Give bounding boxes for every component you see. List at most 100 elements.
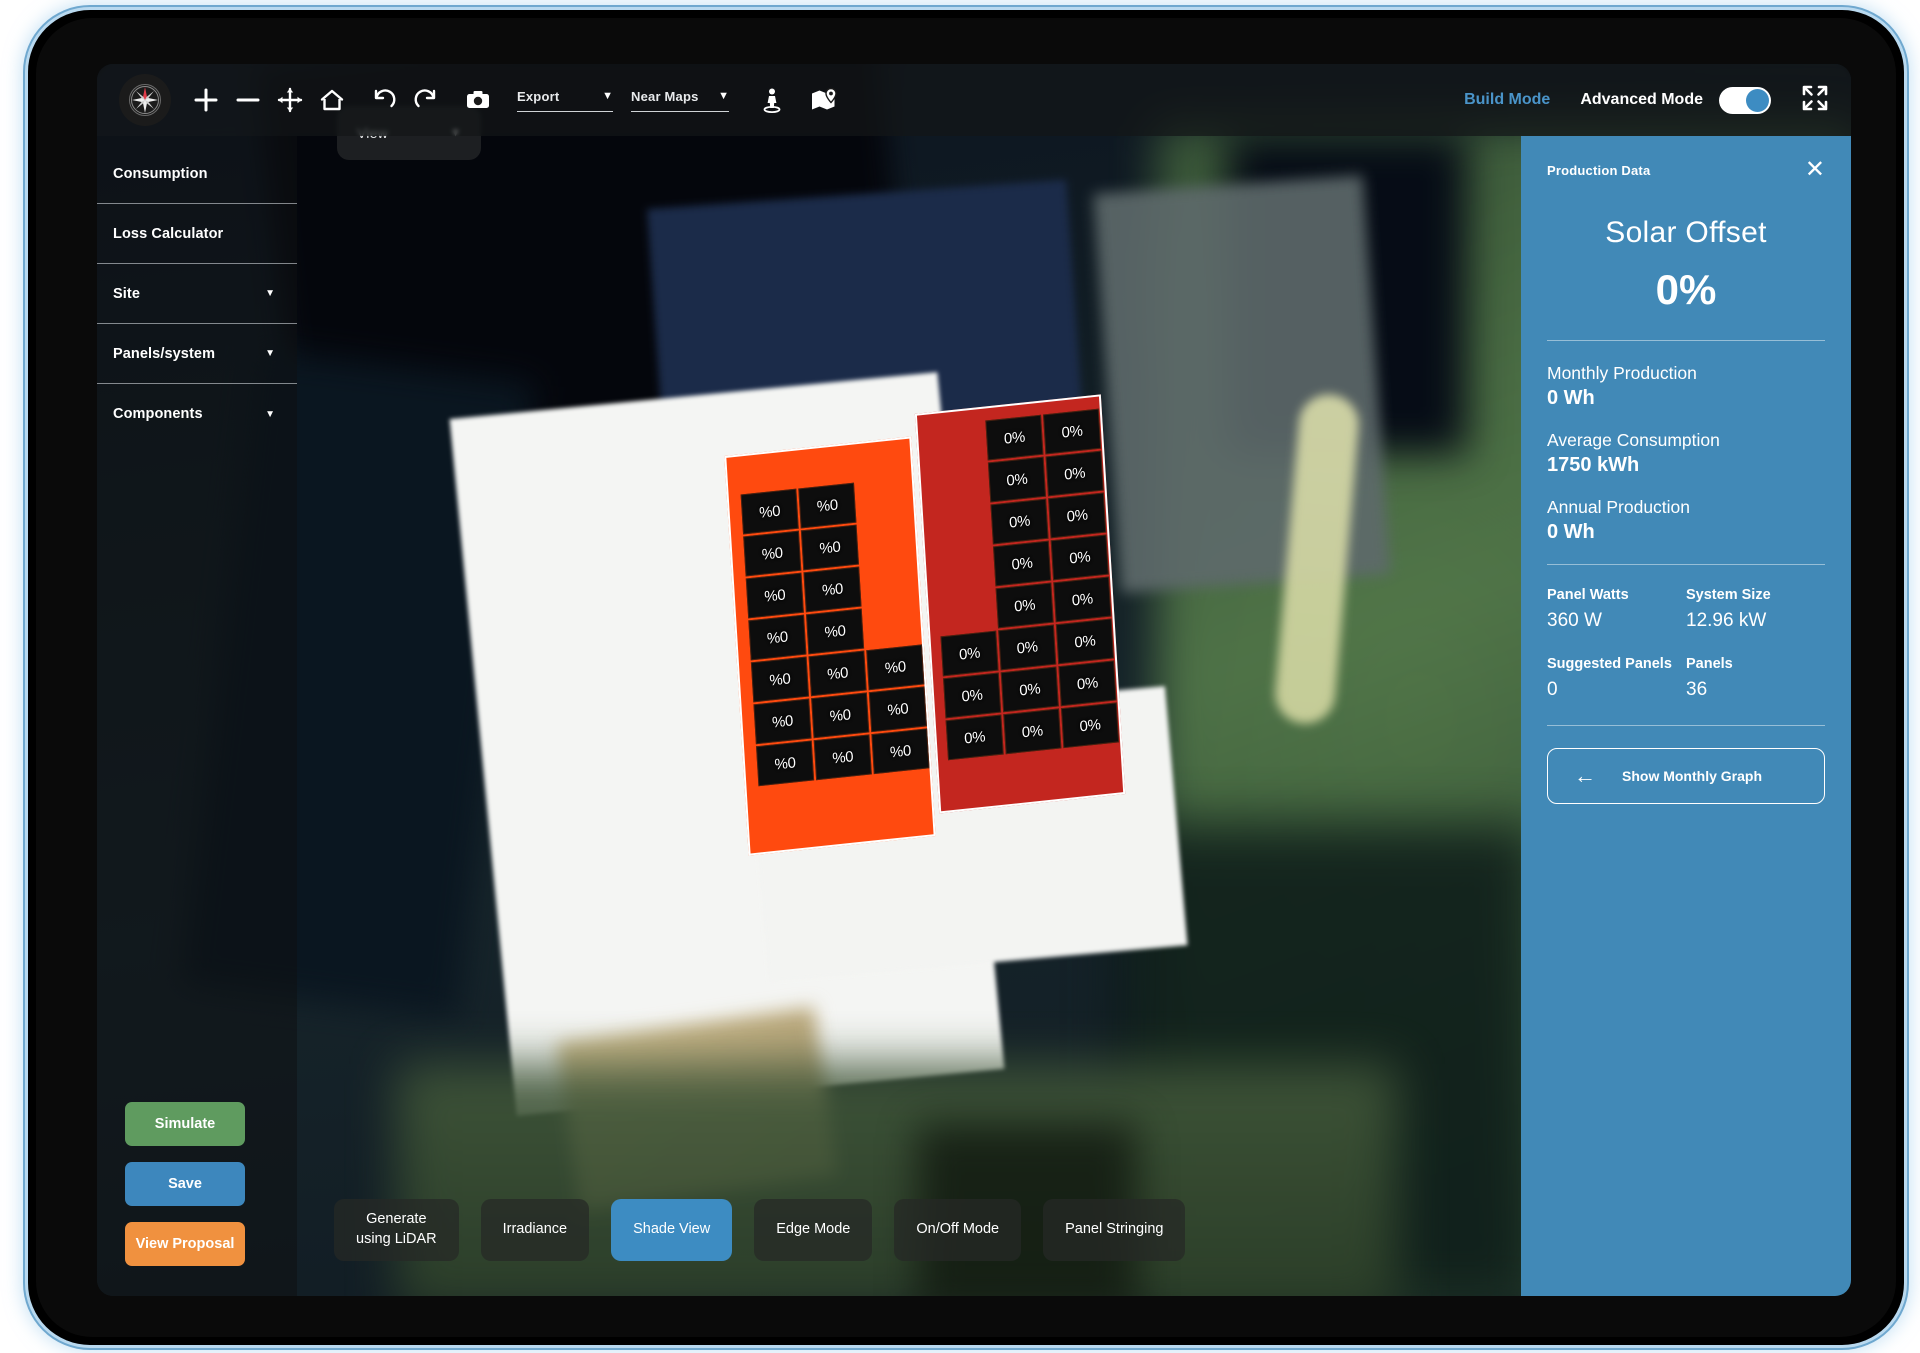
sidebar-item-label: Components xyxy=(113,406,203,422)
stat-row: Panel Watts 360 W System Size 12.96 kW xyxy=(1547,587,1825,632)
stat-value: 12.96 kW xyxy=(1686,610,1767,631)
stat-label: Monthly Production xyxy=(1547,363,1697,383)
redo-icon[interactable] xyxy=(405,79,447,121)
solar-panel-cell[interactable]: %0 xyxy=(800,524,860,571)
solar-panel-cell[interactable]: 0% xyxy=(1055,618,1114,665)
solar-panel-cell[interactable]: %0 xyxy=(866,644,925,691)
chevron-down-icon: ▼ xyxy=(265,288,275,299)
solar-panel-cell[interactable]: %0 xyxy=(871,728,930,775)
solar-panel-cell[interactable]: %0 xyxy=(748,614,807,661)
solar-panel-cell[interactable]: %0 xyxy=(813,734,872,781)
solar-panel-cell[interactable]: 0% xyxy=(995,582,1054,629)
panel-divider-3 xyxy=(1547,725,1825,726)
stat-label: Panel Watts xyxy=(1547,587,1629,603)
fullscreen-expand-icon[interactable] xyxy=(1801,84,1829,117)
solar-panel-array-overlay[interactable]: %0 %0 %0 %0 %0 %0 %0 %0 %0 %0 %0 %0 %0 %0 %0 %0 %0 0% 0% 0… xyxy=(723,394,1127,863)
solar-panel-cell[interactable]: %0 xyxy=(803,566,862,613)
solar-panel-cell[interactable]: 0% xyxy=(1058,660,1117,707)
mode-button-edge-mode[interactable]: Edge Mode xyxy=(754,1199,873,1261)
solar-panel-cell[interactable]: 0% xyxy=(1003,708,1062,755)
map-location-icon[interactable] xyxy=(803,79,845,121)
solar-panel-cell[interactable]: 0% xyxy=(1048,492,1107,539)
solar-panel-cell[interactable]: %0 xyxy=(743,530,802,577)
stat-block: Annual Production 0 Wh xyxy=(1547,497,1825,544)
solar-panel-cell[interactable]: %0 xyxy=(868,686,927,733)
show-monthly-graph-button[interactable]: ← Show Monthly Graph xyxy=(1547,748,1825,804)
solar-panel-cell[interactable]: %0 xyxy=(811,692,870,739)
panel-grid-left[interactable]: %0 %0 %0 %0 %0 %0 %0 %0 %0 %0 %0 %0 %0 %0 %0 %0 %0 xyxy=(740,477,930,787)
solar-panel-cell[interactable]: 0% xyxy=(985,414,1044,461)
solar-panel-cell[interactable]: 0% xyxy=(998,624,1057,671)
street-view-pegman-icon[interactable] xyxy=(751,79,793,121)
sidebar-item-label: Panels/system xyxy=(113,345,216,362)
app-screen: %0 %0 %0 %0 %0 %0 %0 %0 %0 %0 %0 %0 %0 %0 %0 %0 %0 0% 0% 0… xyxy=(97,64,1851,1296)
mode-button-generate-using-lidar[interactable]: Generate using LiDAR xyxy=(334,1199,459,1261)
solar-panel-cell[interactable]: 0% xyxy=(987,456,1047,503)
pan-move-icon[interactable] xyxy=(269,79,311,121)
stat-label: Panels xyxy=(1686,656,1733,672)
maps-source-dropdown[interactable]: Near Maps ▼ xyxy=(631,89,729,112)
solar-panel-cell[interactable]: %0 xyxy=(740,488,799,535)
zoom-in-icon[interactable] xyxy=(185,79,227,121)
save-button[interactable]: Save xyxy=(125,1162,245,1206)
close-icon[interactable]: ✕ xyxy=(1805,158,1825,182)
chevron-down-icon: ▼ xyxy=(602,90,613,102)
sidebar-item-site[interactable]: Site ▼ xyxy=(97,264,297,324)
sidebar-item-consumption[interactable]: Consumption xyxy=(97,144,297,204)
solar-panel-cell[interactable]: %0 xyxy=(745,572,804,619)
system-stat-grid: Panel Watts 360 W System Size 12.96 kW Sugge… xyxy=(1547,587,1825,701)
sidebar-menu: Consumption Loss Calculator Site ▼ Panels/sy… xyxy=(97,144,297,444)
sidebar-action-buttons: Simulate Save View Proposal xyxy=(125,1102,245,1266)
panel-grid-right[interactable]: 0% 0% 0% 0% 0% 0% 0% 0% 0% 0% 0% 0% 0% 0% 0% 0% 0% 0% 0% xyxy=(928,408,1120,761)
back-arrow-icon: ← xyxy=(1574,763,1596,788)
simulate-button[interactable]: Simulate xyxy=(125,1102,245,1146)
mode-button-on-off-mode[interactable]: On/Off Mode xyxy=(894,1199,1022,1261)
stat-label: System Size xyxy=(1686,587,1771,603)
export-dropdown-label: Export xyxy=(517,88,560,104)
panel-divider-1 xyxy=(1547,340,1825,341)
sidebar-item-loss-calculator[interactable]: Loss Calculator xyxy=(97,204,297,264)
stat-col: Panels 36 xyxy=(1686,656,1825,701)
export-dropdown[interactable]: Export ▼ xyxy=(517,89,613,112)
mode-button-shade-view[interactable]: Shade View xyxy=(611,1199,733,1261)
zoom-out-icon[interactable] xyxy=(227,79,269,121)
sidebar-item-panels-system[interactable]: Panels/system ▼ xyxy=(97,324,297,384)
device-bezel: %0 %0 %0 %0 %0 %0 %0 %0 %0 %0 %0 %0 %0 %0 %0 %0 %0 0% 0% 0… xyxy=(36,18,1896,1337)
solar-panel-cell[interactable]: 0% xyxy=(943,672,1002,719)
sidebar-item-components[interactable]: Components ▼ xyxy=(97,384,297,444)
solar-panel-cell[interactable]: 0% xyxy=(1000,666,1059,713)
build-mode-button[interactable]: Build Mode xyxy=(1464,91,1550,109)
toolbar-right-group: Build Mode Advanced Mode xyxy=(1464,84,1829,117)
stat-value: 0 xyxy=(1547,679,1558,700)
solar-panel-cell[interactable]: %0 xyxy=(798,482,857,529)
solar-panel-cell[interactable]: %0 xyxy=(805,608,865,655)
stat-value: 0 Wh xyxy=(1547,387,1595,409)
advanced-mode-toggle[interactable] xyxy=(1719,86,1771,114)
solar-panel-cell[interactable]: 0% xyxy=(1045,450,1104,497)
stat-label: Suggested Panels xyxy=(1547,656,1672,672)
solar-panel-cell[interactable]: %0 xyxy=(808,650,867,697)
solar-panel-cell[interactable]: 0% xyxy=(990,498,1049,545)
production-stat-list: Monthly Production 0 Wh Average Consumptio… xyxy=(1547,363,1825,544)
solar-panel-cell[interactable]: 0% xyxy=(940,630,999,677)
solar-panel-cell[interactable]: 0% xyxy=(1050,534,1109,581)
mode-button-panel-stringing[interactable]: Panel Stringing xyxy=(1043,1199,1186,1261)
solar-panel-cell[interactable]: 0% xyxy=(1060,702,1120,749)
top-toolbar: Export ▼ Near Maps ▼ Build Mode Advanced… xyxy=(97,64,1851,136)
solar-panel-cell[interactable]: 0% xyxy=(1043,408,1102,455)
solar-panel-cell[interactable]: %0 xyxy=(756,740,815,787)
mode-button-irradiance[interactable]: Irradiance xyxy=(480,1199,590,1261)
solar-panel-cell[interactable]: %0 xyxy=(750,656,810,703)
view-proposal-button[interactable]: View Proposal xyxy=(125,1222,245,1266)
undo-icon[interactable] xyxy=(363,79,405,121)
solar-panel-cell[interactable]: 0% xyxy=(945,714,1004,761)
home-icon[interactable] xyxy=(311,79,353,121)
compass-icon[interactable] xyxy=(119,74,171,126)
stat-label: Annual Production xyxy=(1547,497,1691,517)
camera-icon[interactable] xyxy=(457,79,499,121)
maps-source-dropdown-label: Near Maps xyxy=(631,88,699,104)
stat-value: 360 W xyxy=(1547,610,1602,631)
solar-panel-cell[interactable]: 0% xyxy=(1053,576,1112,623)
solar-panel-cell[interactable]: %0 xyxy=(753,698,812,745)
solar-panel-cell[interactable]: 0% xyxy=(993,540,1052,587)
